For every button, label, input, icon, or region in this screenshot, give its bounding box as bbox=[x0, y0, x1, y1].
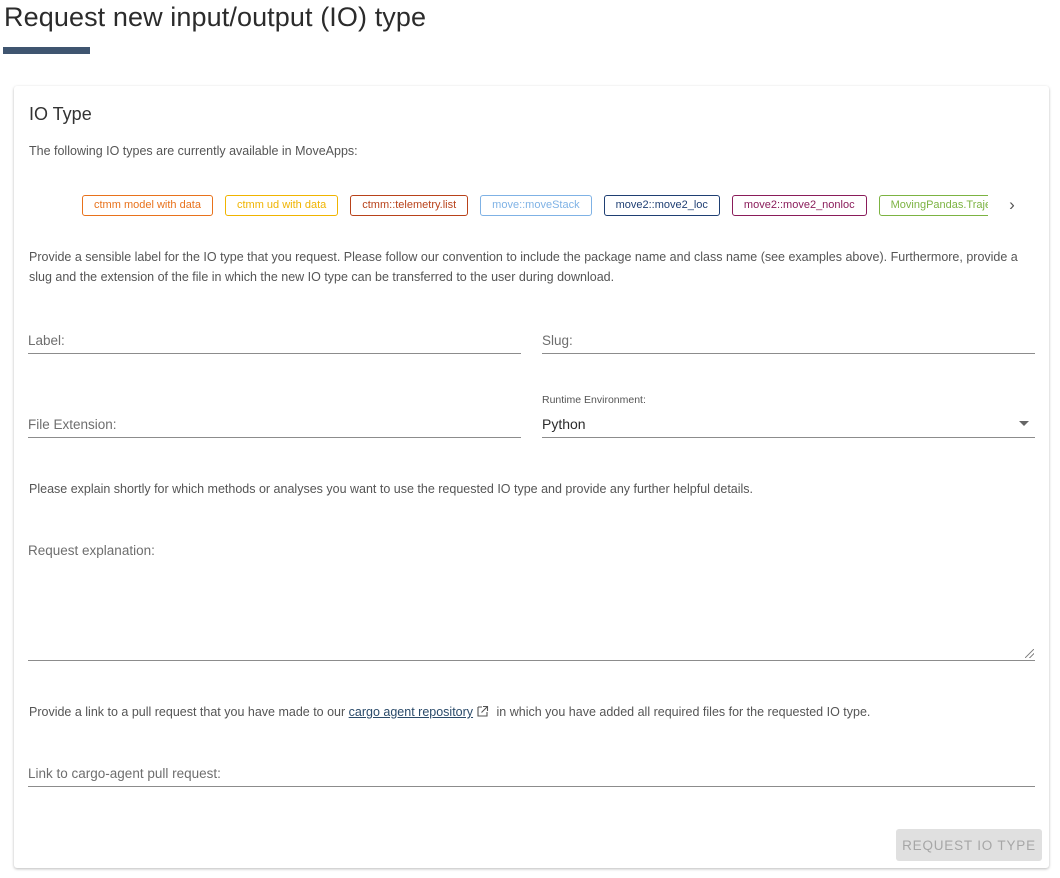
request-io-type-button[interactable]: REQUEST IO TYPE bbox=[896, 829, 1042, 861]
dropdown-arrow-icon bbox=[1019, 421, 1029, 426]
slug-input[interactable]: Slug: bbox=[542, 332, 1035, 354]
pull-request-text: Provide a link to a pull request that yo… bbox=[29, 702, 1039, 722]
slug-placeholder: Slug: bbox=[542, 333, 573, 348]
pull-request-link-input[interactable]: Link to cargo-agent pull request: bbox=[28, 765, 1035, 787]
title-underline bbox=[3, 47, 90, 54]
io-type-chip[interactable]: ctmm::telemetry.list bbox=[350, 195, 469, 216]
card-title: IO Type bbox=[29, 104, 92, 124]
page-title: Request new input/output (IO) type bbox=[4, 2, 427, 32]
io-type-card: IO Type The following IO types are curre… bbox=[14, 86, 1049, 868]
runtime-environment-label: Runtime Environment: bbox=[542, 394, 646, 406]
request-explanation-placeholder: Request explanation: bbox=[28, 543, 155, 558]
chevron-right-icon[interactable]: › bbox=[1004, 194, 1020, 216]
external-link-icon bbox=[477, 705, 489, 717]
resize-grip-icon[interactable] bbox=[1025, 649, 1034, 658]
intro-text: The following IO types are currently ava… bbox=[29, 144, 358, 158]
io-type-chip[interactable]: ctmm ud with data bbox=[224, 195, 339, 216]
pull-request-text-before: Provide a link to a pull request that yo… bbox=[29, 705, 346, 719]
pull-request-text-after: in which you have added all required fil… bbox=[496, 705, 871, 719]
io-type-chip[interactable]: ctmm model with data bbox=[82, 195, 213, 216]
runtime-environment-value: Python bbox=[542, 416, 586, 432]
io-type-chip[interactable]: move::moveStack bbox=[480, 195, 592, 216]
io-type-chip[interactable]: move2::move2_loc bbox=[603, 195, 720, 216]
io-type-chip-list: ctmm model with data ctmm ud with data ctm… bbox=[82, 195, 988, 217]
cargo-agent-repository-link[interactable]: cargo agent repository bbox=[349, 705, 473, 719]
label-input[interactable]: Label: bbox=[28, 332, 521, 354]
explain-text: Please explain shortly for which methods… bbox=[29, 482, 754, 496]
label-placeholder: Label: bbox=[28, 333, 65, 348]
pull-request-link-placeholder: Link to cargo-agent pull request: bbox=[28, 766, 221, 781]
description-text: Provide a sensible label for the IO type… bbox=[29, 250, 1018, 284]
file-extension-input[interactable]: File Extension: bbox=[28, 416, 521, 438]
runtime-environment-select[interactable]: Runtime Environment: Python bbox=[542, 394, 1035, 438]
file-extension-placeholder: File Extension: bbox=[28, 417, 117, 432]
io-type-chip[interactable]: move2::move2_nonloc bbox=[731, 195, 867, 216]
request-explanation-textarea[interactable]: Request explanation: bbox=[28, 526, 1035, 661]
io-type-chip[interactable]: MovingPandas.TrajectoryCollection bbox=[878, 195, 988, 216]
